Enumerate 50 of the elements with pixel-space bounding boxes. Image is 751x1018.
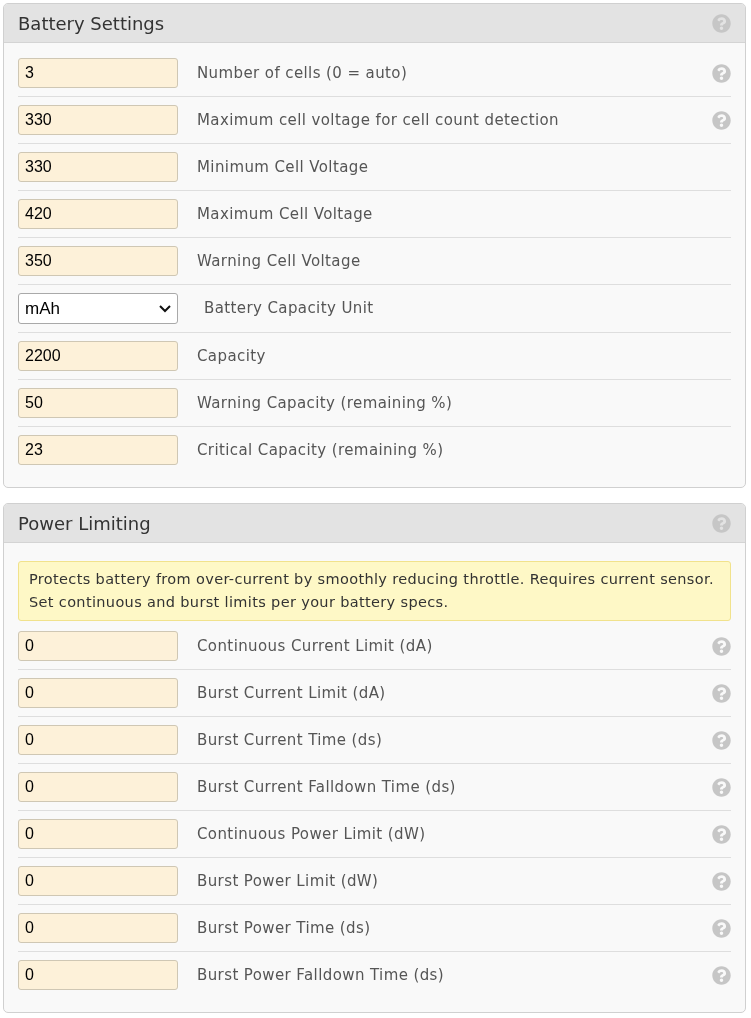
help-icon[interactable] xyxy=(712,918,731,938)
help-icon[interactable] xyxy=(712,683,731,703)
help-icon[interactable] xyxy=(712,965,731,985)
value-input[interactable]: 2200 xyxy=(18,341,178,371)
value-input[interactable]: 0 xyxy=(18,678,178,708)
value-input[interactable]: 3 xyxy=(18,58,178,88)
setting-label: Burst Current Time (ds) xyxy=(197,729,384,751)
setting-label: Maximum cell voltage for cell count detection xyxy=(197,109,560,131)
help-icon[interactable] xyxy=(712,63,731,83)
value-input[interactable]: 0 xyxy=(18,819,178,849)
setting-label: Burst Power Limit (dW) xyxy=(197,870,380,892)
setting-label: Critical Capacity (remaining %) xyxy=(197,439,445,461)
value-input[interactable]: 0 xyxy=(18,960,178,990)
setting-label: Warning Capacity (remaining %) xyxy=(197,392,454,414)
setting-label: Burst Current Falldown Time (ds) xyxy=(197,776,457,798)
info-note: Protects battery from over-current by smoothly reducing throttle. Requires current sensor. Set continuous and burst limits per your battery specs. xyxy=(18,561,731,621)
setting-label: Warning Cell Voltage xyxy=(197,250,362,272)
setting-label: Burst Power Falldown Time (ds) xyxy=(197,964,446,986)
value-input[interactable]: 420 xyxy=(18,199,178,229)
value-input[interactable]: 330 xyxy=(18,105,178,135)
chevron-down-icon xyxy=(159,304,171,313)
help-icon[interactable] xyxy=(712,636,731,656)
help-icon[interactable] xyxy=(712,871,731,891)
panel-title: Power Limiting xyxy=(18,511,151,536)
panel-title: Battery Settings xyxy=(18,11,165,36)
help-icon[interactable] xyxy=(712,110,731,130)
value-input[interactable]: 0 xyxy=(18,866,178,896)
value-input[interactable]: 0 xyxy=(18,913,178,943)
help-icon[interactable] xyxy=(712,777,731,797)
value-input[interactable]: 0 xyxy=(18,772,178,802)
setting-label: Minimum Cell Voltage xyxy=(197,156,370,178)
setting-label: Continuous Current Limit (dA) xyxy=(197,635,434,657)
value-input[interactable]: 350 xyxy=(18,246,178,276)
setting-label: Burst Power Time (ds) xyxy=(197,917,372,939)
setting-label: Continuous Power Limit (dW) xyxy=(197,823,427,845)
value-input[interactable]: 0 xyxy=(18,725,178,755)
help-icon[interactable] xyxy=(712,824,731,844)
setting-label: Number of cells (0 = auto) xyxy=(197,62,409,84)
setting-label: Capacity xyxy=(197,345,267,367)
setting-label: Burst Current Limit (dA) xyxy=(197,682,387,704)
help-icon[interactable] xyxy=(712,13,731,33)
value-input[interactable]: 23 xyxy=(18,435,178,465)
value-input[interactable]: 50 xyxy=(18,388,178,418)
value-input[interactable]: 0 xyxy=(18,631,178,661)
help-icon[interactable] xyxy=(712,730,731,750)
unit-select[interactable]: mAh xyxy=(18,293,178,324)
value-input[interactable]: 330 xyxy=(18,152,178,182)
setting-label: Battery Capacity Unit xyxy=(204,298,375,320)
help-icon[interactable] xyxy=(712,513,731,533)
setting-label: Maximum Cell Voltage xyxy=(197,203,374,225)
